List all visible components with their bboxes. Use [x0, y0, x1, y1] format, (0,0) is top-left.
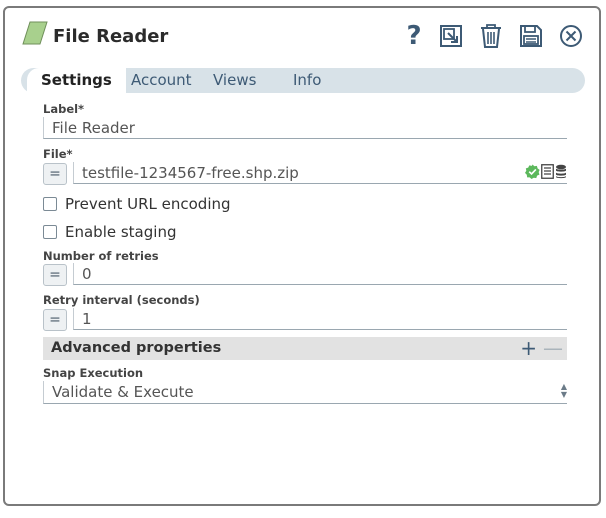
file-input[interactable]: testfile-1234567-free.shp.zip — [73, 162, 567, 184]
retry-interval-field-label: Retry interval (seconds) — [43, 293, 200, 307]
close-button[interactable] — [557, 22, 585, 50]
dialog-header: File Reader ? — [5, 8, 599, 68]
dialog-title: File Reader — [53, 26, 169, 47]
file-field-label: File* — [43, 147, 73, 161]
tab-settings[interactable]: Settings — [27, 68, 126, 93]
select-arrows-icon: ▲ ▼ — [560, 382, 567, 399]
export-button[interactable] — [437, 22, 465, 50]
label-field-label: Label* — [43, 102, 85, 116]
save-button[interactable] — [517, 22, 545, 50]
save-icon — [520, 25, 542, 47]
snap-execution-value: Validate & Execute — [52, 383, 194, 401]
tab-views[interactable]: Views — [213, 68, 256, 93]
label-input[interactable]: File Reader — [43, 117, 567, 139]
enable-staging-row[interactable]: Enable staging — [43, 222, 176, 242]
file-browse-icon[interactable] — [541, 164, 554, 179]
database-icon[interactable] — [555, 164, 567, 179]
retries-input[interactable]: 0 — [73, 263, 567, 285]
file-input-icons — [525, 164, 567, 179]
retry-interval-input[interactable]: 1 — [73, 308, 567, 330]
snap-execution-field-label: Snap Execution — [43, 366, 144, 380]
prevent-url-encoding-row[interactable]: Prevent URL encoding — [43, 194, 231, 214]
advanced-properties-header: Advanced properties + — — [43, 337, 567, 360]
remove-property-button[interactable]: — — [543, 337, 563, 359]
tab-account[interactable]: Account — [131, 68, 192, 93]
snap-logo-icon — [22, 21, 48, 45]
prevent-url-encoding-checkbox[interactable] — [43, 197, 57, 211]
add-property-button[interactable]: + — [520, 337, 537, 359]
file-input-value: testfile-1234567-free.shp.zip — [82, 164, 299, 182]
help-button[interactable]: ? — [400, 22, 428, 50]
advanced-properties-title: Advanced properties — [51, 340, 222, 356]
tab-info[interactable]: Info — [293, 68, 321, 93]
file-reader-dialog: File Reader ? Settings Account Views Inf… — [3, 6, 601, 506]
retry-interval-expression-toggle[interactable]: = — [43, 309, 67, 331]
tab-bar: Settings Account Views Info — [21, 68, 585, 93]
enable-staging-checkbox[interactable] — [43, 225, 57, 239]
file-expression-toggle[interactable]: = — [43, 163, 67, 185]
close-icon — [560, 25, 582, 47]
delete-button[interactable] — [477, 22, 505, 50]
retries-field-label: Number of retries — [43, 249, 159, 263]
prevent-url-encoding-label: Prevent URL encoding — [65, 195, 231, 213]
trash-icon — [481, 24, 501, 48]
validated-check-icon — [525, 164, 540, 179]
export-icon — [440, 25, 462, 47]
snap-execution-select[interactable]: Validate & Execute ▲ ▼ — [43, 381, 567, 404]
enable-staging-label: Enable staging — [65, 223, 177, 241]
retries-expression-toggle[interactable]: = — [43, 264, 67, 286]
help-icon: ? — [406, 21, 422, 51]
